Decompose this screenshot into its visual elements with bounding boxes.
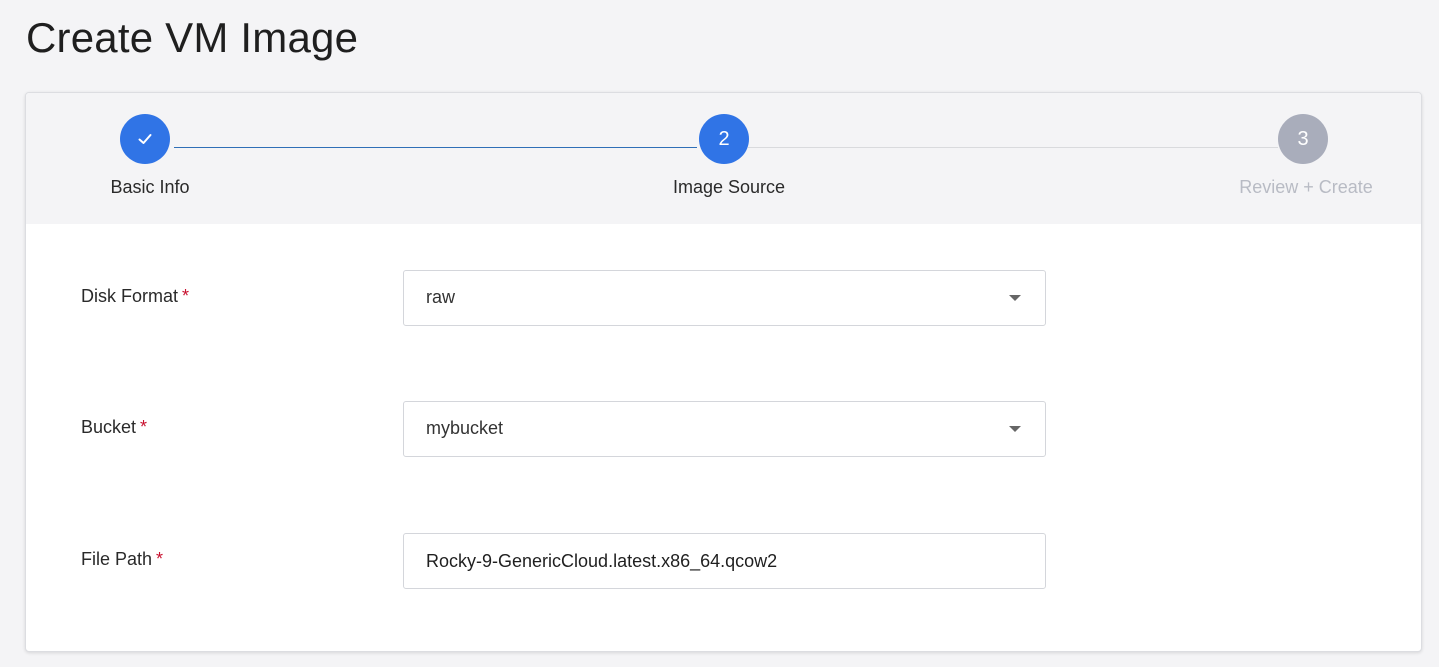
wizard-card: 2 3 Basic Info Image Source Review + Cre… — [25, 92, 1422, 652]
chevron-down-icon — [1009, 295, 1021, 301]
file-path-input[interactable] — [404, 534, 1045, 588]
step-3-circle: 3 — [1278, 114, 1328, 164]
disk-format-value: raw — [426, 287, 456, 307]
disk-format-row: Disk Format * raw — [26, 270, 1421, 326]
check-icon — [138, 134, 152, 144]
file-path-field[interactable] — [403, 533, 1046, 589]
required-mark: * — [156, 549, 164, 569]
step-2-label[interactable]: Image Source — [654, 177, 804, 198]
wizard-stepper: 2 3 Basic Info Image Source Review + Cre… — [26, 93, 1421, 224]
disk-format-label: Disk Format * — [81, 286, 190, 306]
step-connector-1 — [174, 147, 697, 148]
step-2-circle[interactable]: 2 — [699, 114, 749, 164]
bucket-row: Bucket * mybucket — [26, 401, 1421, 457]
step-3-label: Review + Create — [1239, 177, 1373, 197]
bucket-select[interactable]: mybucket — [403, 401, 1046, 457]
step-1-label[interactable]: Basic Info — [86, 177, 214, 198]
file-path-label: File Path * — [81, 549, 164, 569]
page-title: Create VM Image — [26, 14, 359, 61]
disk-format-select[interactable]: raw — [403, 270, 1046, 326]
required-mark: * — [140, 417, 148, 437]
file-path-row: File Path * — [26, 533, 1421, 589]
bucket-value: mybucket — [426, 418, 504, 438]
step-connector-2 — [748, 147, 1278, 148]
step-1-circle[interactable] — [120, 114, 170, 164]
required-mark: * — [182, 286, 190, 306]
chevron-down-icon — [1009, 426, 1021, 432]
bucket-label: Bucket * — [81, 417, 148, 437]
